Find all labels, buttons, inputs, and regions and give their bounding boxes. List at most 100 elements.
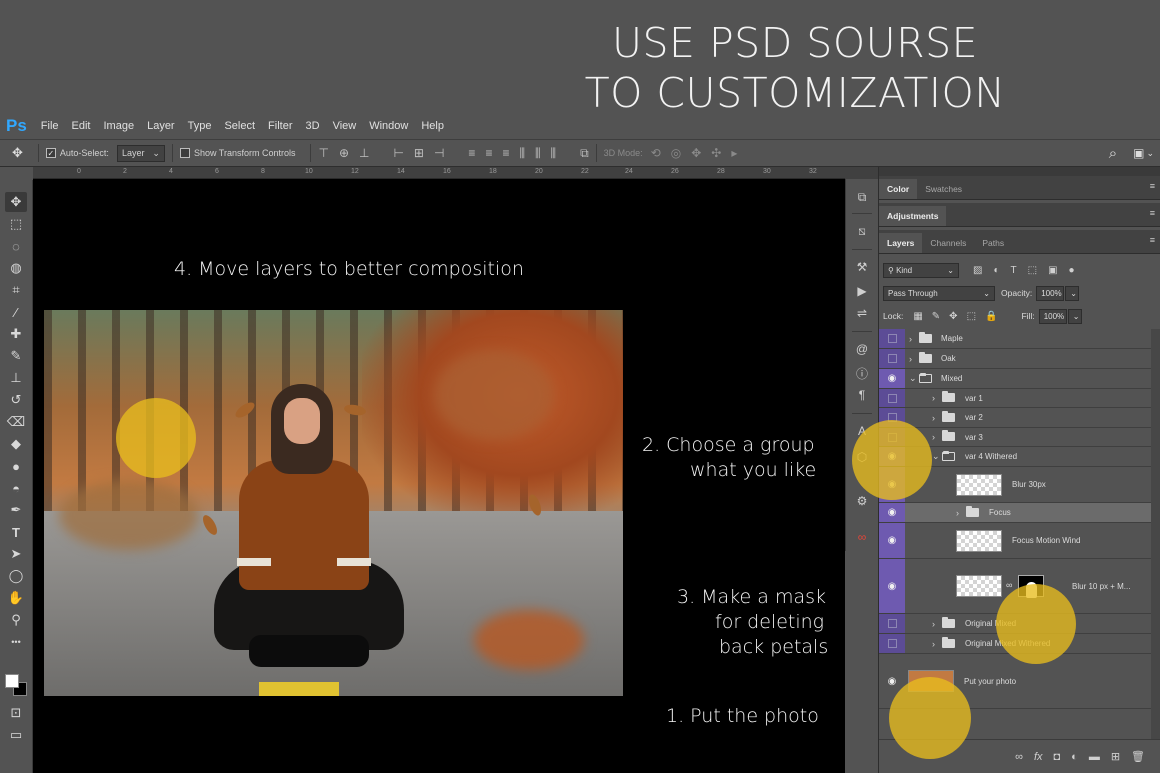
adjustments-sliders-icon[interactable]: ⇌ [852,303,872,323]
shape-filter-icon[interactable]: ⬚ [1028,265,1037,276]
mask-link-icon[interactable]: ∞ [1006,580,1012,590]
layer-row-maple[interactable]: › Maple [879,329,1151,349]
hand-tool-icon[interactable]: ✋ [5,588,27,608]
menu-type[interactable]: Type [188,120,212,132]
opacity-dropdown[interactable]: ⌄ [1065,285,1080,301]
3d-roll-icon[interactable]: ◎ [671,146,681,160]
eyedropper-tool-icon[interactable]: ⁄ [5,302,27,322]
pen-tool-icon[interactable]: ✒ [5,500,27,520]
lock-image-icon[interactable]: ✎ [932,311,940,322]
stamp-tool-icon[interactable]: ⊥ [5,368,27,388]
3d-pan-icon[interactable]: ✥ [691,146,701,160]
chevron-right-icon[interactable]: › [909,329,912,348]
blend-mode-select[interactable]: Pass Through ⌄ [883,285,995,301]
menu-file[interactable]: File [41,120,59,132]
show-transform-checkbox[interactable] [179,148,190,158]
link-icon[interactable]: ∞ [852,527,872,547]
filter-kind-select[interactable]: ⚲ Kind ⌄ [883,262,959,278]
shape-tool-icon[interactable]: ◯ [5,566,27,586]
brush-settings-icon[interactable]: ⚒ [852,257,872,277]
lock-transparent-icon[interactable]: ▦ [913,311,922,322]
3d-slide-icon[interactable]: ✣ [711,146,721,160]
layer-row-oak[interactable]: › Oak [879,349,1151,369]
menu-filter[interactable]: Filter [268,120,292,132]
tab-layers[interactable]: Layers [879,233,923,253]
chevron-right-icon[interactable]: › [932,408,935,427]
lock-all-icon[interactable]: 🔒 [985,311,997,322]
marquee-tool-icon[interactable]: ⬚ [5,214,27,234]
menu-view[interactable]: View [333,120,357,132]
visibility-toggle[interactable] [879,389,905,407]
trash-icon[interactable]: 🗑 [1131,750,1145,763]
auto-select-checkbox[interactable]: ✓ [45,148,56,158]
search-icon[interactable]: ⌕ [1109,145,1117,162]
fx-icon[interactable]: fx [1034,751,1043,763]
tab-paths[interactable]: Paths [974,233,1012,253]
path-select-tool-icon[interactable]: ➤ [5,544,27,564]
quick-select-tool-icon[interactable]: ◍ [5,258,27,278]
add-mask-icon[interactable]: ◘ [1054,751,1061,763]
visibility-toggle[interactable] [879,614,905,633]
auto-select-dropdown[interactable]: Layer ⌄ [116,144,165,162]
blur-tool-icon[interactable]: ● [5,456,27,476]
layer-row-focus[interactable]: ◉ › Focus [879,503,1151,523]
visibility-toggle[interactable] [879,349,905,368]
visibility-toggle[interactable]: ◉ [879,503,905,522]
paint-bucket-tool-icon[interactable]: ◆ [5,434,27,454]
chevron-right-icon[interactable]: › [932,634,935,653]
align-right-icon[interactable]: ⊣ [434,146,444,160]
history-panel-icon[interactable]: ⧉ [852,187,872,207]
menu-edit[interactable]: Edit [72,120,91,132]
panel-menu-icon[interactable]: ≡ [1150,208,1155,218]
chevron-right-icon[interactable]: › [932,614,935,633]
adjustment-filter-icon[interactable]: ◐ [993,265,999,276]
distribute-left-icon[interactable]: ⫼ [519,146,525,161]
tab-channels[interactable]: Channels [922,233,974,253]
type-tool-icon[interactable]: T [5,522,27,542]
layer-row-var-1[interactable]: › var 1 [879,389,1151,408]
auto-align-icon[interactable]: ⧉ [580,146,589,161]
character-panel-icon[interactable]: @ [852,339,872,359]
visibility-toggle[interactable]: ◉ [879,559,905,613]
link-layers-icon[interactable]: ∞ [1015,751,1023,763]
crop-tool-icon[interactable]: ⌗ [5,280,27,300]
more-tools-icon[interactable]: ••• [5,632,27,652]
align-vcenter-icon[interactable]: ⊕ [339,146,349,160]
panel-menu-icon[interactable]: ≡ [1150,181,1155,191]
layers-scrollbar[interactable] [1151,329,1160,739]
properties-panel-icon[interactable]: ⧅ [852,221,872,241]
brush-tool-icon[interactable]: ✎ [5,346,27,366]
healing-tool-icon[interactable]: ✚ [5,324,27,344]
chevron-right-icon[interactable]: › [909,349,912,368]
3d-rotate-icon[interactable]: ⟲ [651,146,661,160]
menu-help[interactable]: Help [421,120,444,132]
new-group-icon[interactable]: ▬ [1089,751,1100,763]
panel-grip[interactable] [879,167,1160,176]
dodge-tool-icon[interactable]: ◓ [5,478,27,498]
panel-menu-icon[interactable]: ≡ [1150,235,1155,245]
layer-row-var-2[interactable]: › var 2 [879,408,1151,428]
chevron-right-icon[interactable]: › [956,503,959,522]
3d-camera-icon[interactable]: ▸ [731,146,737,160]
tab-color[interactable]: Color [879,179,918,199]
workspace-icon[interactable]: ▣ [1133,146,1144,160]
distribute-hcenter-icon[interactable]: ⫼ [535,146,541,161]
move-tool-icon[interactable]: ✥ [5,192,27,212]
chevron-down-icon[interactable]: ⌄ [932,447,940,466]
quick-mask-icon[interactable]: ⊡ [5,703,27,723]
visibility-toggle[interactable]: ◉ [879,523,905,558]
align-hcenter-icon[interactable]: ⊞ [414,146,424,160]
paragraph-icon[interactable]: ¶ [852,385,872,405]
menu-3d[interactable]: 3D [306,120,320,132]
lock-artboard-icon[interactable]: ⬚ [967,311,976,322]
new-layer-icon[interactable]: ⊞ [1111,750,1120,763]
type-filter-icon[interactable]: T [1011,265,1017,276]
tab-swatches[interactable]: Swatches [917,179,970,199]
auto-select-option[interactable]: ✓ Auto-Select: [45,148,109,158]
libraries-icon[interactable]: ⚙ [852,491,872,511]
lock-position-icon[interactable]: ✥ [949,311,957,322]
foreground-color-swatch[interactable] [5,674,19,688]
align-top-icon[interactable]: ⊤ [318,146,328,160]
visibility-toggle[interactable] [879,329,905,348]
screen-mode-icon[interactable]: ▭ [5,725,27,745]
